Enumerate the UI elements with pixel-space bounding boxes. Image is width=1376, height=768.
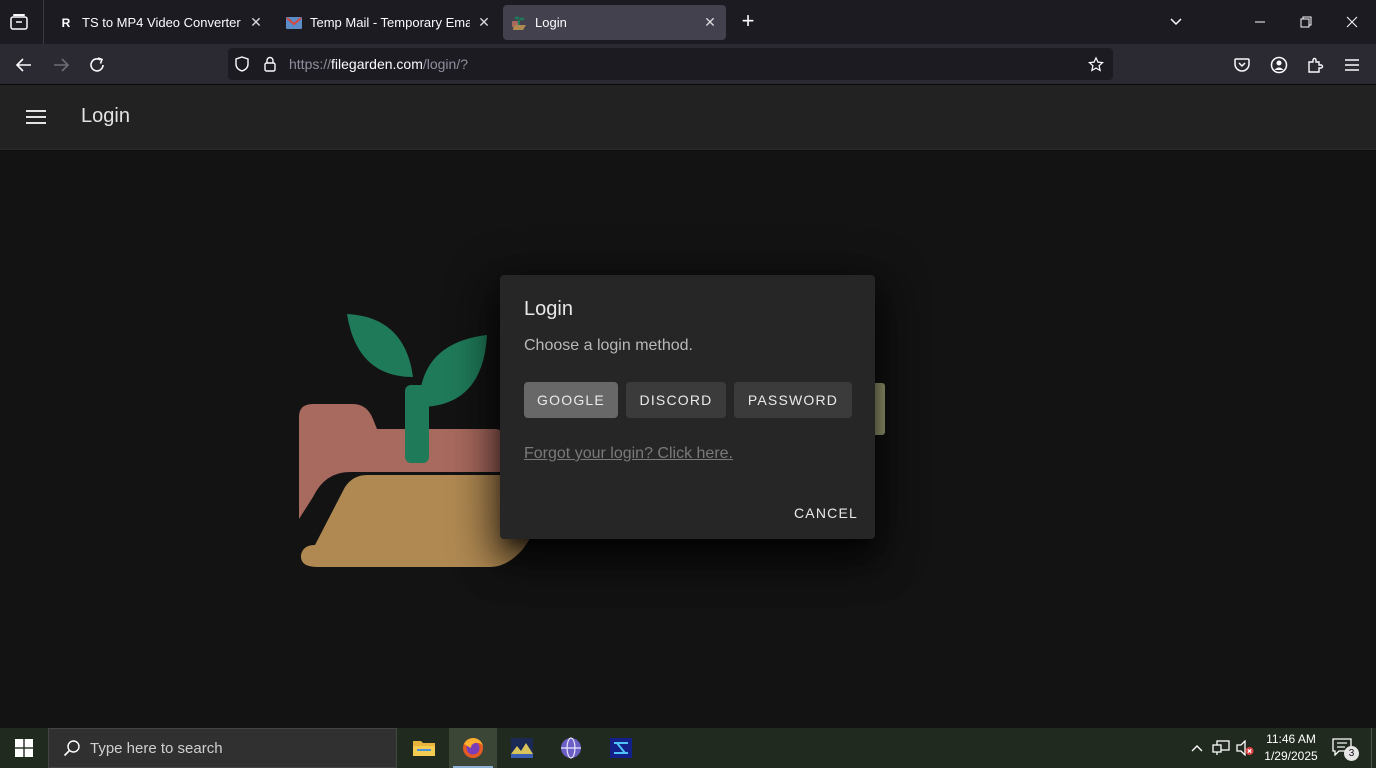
tab-strip-divider <box>43 0 44 44</box>
network-icon[interactable] <box>1212 739 1230 757</box>
search-placeholder: Type here to search <box>90 739 223 757</box>
filegarden-logo-icon <box>299 314 535 567</box>
firefox-icon[interactable] <box>449 728 497 768</box>
list-all-tabs-chevron-icon[interactable] <box>1164 10 1188 34</box>
tab-title: Login <box>535 15 567 30</box>
close-window-icon[interactable] <box>1340 10 1364 34</box>
tab-login[interactable]: Login ✕ <box>503 5 726 40</box>
tab-temp-mail[interactable]: Temp Mail - Temporary Email ✕ <box>278 5 500 40</box>
url-host: filegarden.com <box>331 56 423 72</box>
gmail-m-icon <box>286 15 302 31</box>
bookmark-star-icon[interactable] <box>1088 55 1104 72</box>
url-bar[interactable]: https://filegarden.com/login/? <box>228 48 1113 80</box>
forward-arrow-icon[interactable] <box>49 53 73 77</box>
app-header: Login <box>0 85 1376 150</box>
background-button-edge <box>875 383 885 435</box>
tab-title: TS to MP4 Video Converter - Onl <box>82 15 242 30</box>
hamburger-menu-icon[interactable] <box>24 105 48 129</box>
shield-icon[interactable] <box>234 56 250 72</box>
dialog-title: Login <box>524 298 573 320</box>
tab-list-icon[interactable] <box>8 11 30 33</box>
windows-taskbar: Type here to search 11:46 AM 1/29/2025 3 <box>0 728 1376 768</box>
url-prefix: https:// <box>289 56 332 72</box>
browser-tab-strip: R TS to MP4 Video Converter - Onl ✕ Temp… <box>0 0 1376 44</box>
show-desktop-button[interactable] <box>1371 728 1376 768</box>
google-login-button[interactable]: GOOGLE <box>524 382 618 418</box>
discord-login-button[interactable]: DISCORD <box>626 382 726 418</box>
action-center-icon[interactable]: 3 <box>1332 738 1359 761</box>
minimize-window-icon[interactable] <box>1248 10 1272 34</box>
extensions-puzzle-icon[interactable] <box>1303 53 1327 77</box>
search-icon <box>63 740 80 757</box>
url-path: /login/? <box>422 56 469 72</box>
file-explorer-icon[interactable] <box>400 728 448 768</box>
browser-navigation-bar: https://filegarden.com/login/? <box>0 44 1376 85</box>
notification-count-badge: 3 <box>1344 746 1359 761</box>
close-tab-icon[interactable]: ✕ <box>702 14 718 31</box>
terminal-app-icon[interactable] <box>597 728 645 768</box>
tray-overflow-chevron-icon[interactable] <box>1188 739 1206 757</box>
url-text: https://filegarden.com/login/? <box>289 56 468 72</box>
system-clock[interactable]: 11:46 AM 1/29/2025 <box>1258 731 1324 765</box>
reload-icon[interactable] <box>85 53 109 77</box>
dialog-message: Choose a login method. <box>524 337 693 354</box>
tab-title: Temp Mail - Temporary Email <box>310 15 470 30</box>
app-menu-icon[interactable] <box>1340 53 1364 77</box>
back-arrow-icon[interactable] <box>12 53 36 77</box>
login-dialog: Login Choose a login method. GOOGLE DISC… <box>500 275 875 539</box>
screen: R TS to MP4 Video Converter - Onl ✕ Temp… <box>0 0 1376 768</box>
restore-window-icon[interactable] <box>1294 10 1318 34</box>
clock-date: 1/29/2025 <box>1264 749 1318 763</box>
close-tab-icon[interactable]: ✕ <box>248 14 264 31</box>
account-icon[interactable] <box>1267 53 1291 77</box>
lock-icon[interactable] <box>262 56 278 72</box>
close-tab-icon[interactable]: ✕ <box>476 14 492 31</box>
password-login-button[interactable]: PASSWORD <box>734 382 852 418</box>
pocket-icon[interactable] <box>1230 53 1254 77</box>
taskbar-search-box[interactable]: Type here to search <box>48 728 397 768</box>
new-tab-button[interactable]: + <box>737 10 759 33</box>
windows-start-icon[interactable] <box>0 728 48 768</box>
volume-muted-icon[interactable] <box>1236 739 1254 757</box>
tab-ts-to-mp4[interactable]: R TS to MP4 Video Converter - Onl ✕ <box>50 5 272 40</box>
cancel-button[interactable]: CANCEL <box>790 500 862 526</box>
filegarden-icon <box>511 15 527 31</box>
forgot-login-link[interactable]: Forgot your login? Click here. <box>524 445 733 463</box>
proton-vpn-globe-icon[interactable] <box>547 728 595 768</box>
clock-time: 11:46 AM <box>1266 732 1316 746</box>
page-title: Login <box>81 105 130 127</box>
media-app-icon[interactable] <box>498 728 546 768</box>
tab-favicon-r: R <box>58 14 74 31</box>
